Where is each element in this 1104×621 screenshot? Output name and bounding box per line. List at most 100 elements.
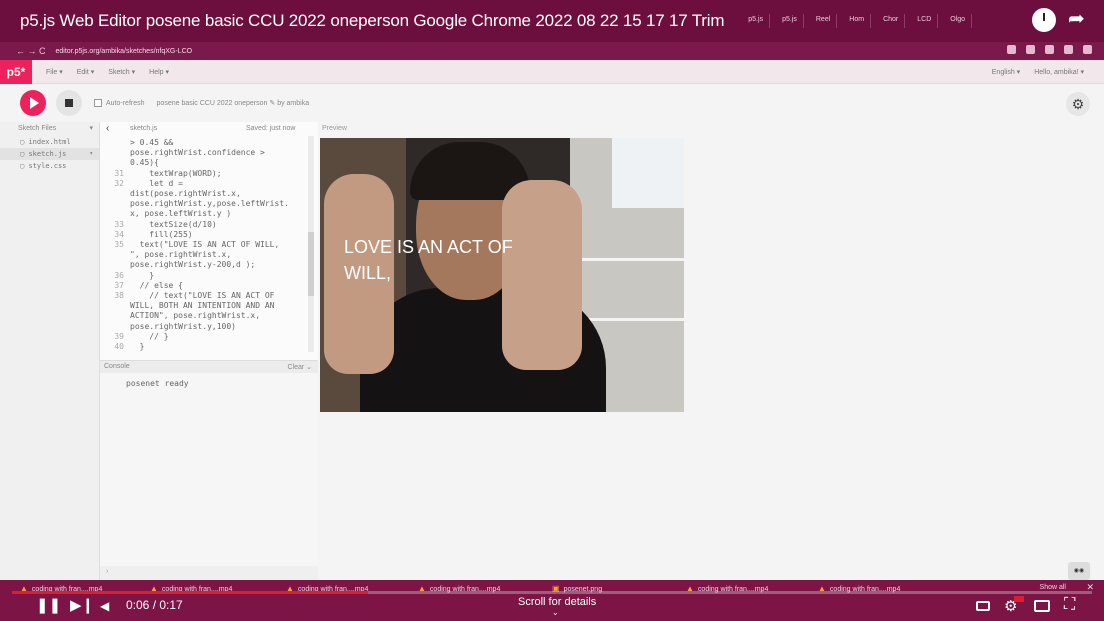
menu-right: English ▾ Hello, ambika! ▾: [992, 68, 1084, 76]
code-line[interactable]: let d =: [130, 179, 183, 189]
code-line[interactable]: dist(pose.rightWrist.x,: [130, 189, 241, 199]
browser-tab[interactable]: Olgo: [944, 14, 973, 28]
chevron-down-icon[interactable]: ⌄: [552, 608, 559, 617]
menu-edit[interactable]: Edit ▾: [77, 68, 95, 76]
p5-logo[interactable]: p5*: [0, 59, 32, 84]
console-input[interactable]: ›: [100, 566, 318, 580]
browser-tab[interactable]: LCD: [911, 14, 939, 28]
browser-tab[interactable]: p5.js: [776, 14, 804, 28]
scrollbar-thumb[interactable]: [308, 232, 314, 296]
menu-file[interactable]: File ▾: [46, 68, 63, 76]
code-line[interactable]: pose.rightWrist.y,100): [130, 322, 236, 332]
code-line[interactable]: textSize(d/10): [130, 220, 216, 230]
code-scrollbar[interactable]: [308, 136, 314, 352]
sketch-preview-canvas[interactable]: LOVE IS AN ACT OF WILL,: [320, 138, 684, 412]
volume-icon[interactable]: ◀: [100, 595, 109, 617]
line-number: 38: [114, 291, 124, 300]
code-line[interactable]: pose.rightWrist.y-200,d );: [130, 260, 255, 270]
scroll-for-details[interactable]: Scroll for details: [518, 596, 596, 608]
back-forward-reload-icons[interactable]: ← → C: [16, 46, 46, 56]
code-line[interactable]: }: [130, 342, 145, 352]
cast-icon[interactable]: [1034, 600, 1050, 612]
line-number: 32: [114, 178, 124, 188]
code-line[interactable]: pose.rightWrist.confidence >: [130, 148, 265, 158]
pause-icon[interactable]: ❚❚: [36, 595, 61, 617]
language-select[interactable]: English ▾: [992, 68, 1020, 76]
menu-help[interactable]: Help ▾: [149, 68, 169, 76]
code-line[interactable]: 0.45){: [130, 158, 159, 168]
watch-later-icon[interactable]: [1032, 8, 1056, 32]
fullscreen-exit-icon[interactable]: ⛶: [1064, 596, 1075, 614]
browser-address-bar: ← → C editor.p5js.org/ambika/sketches/nf…: [0, 42, 1104, 60]
extension-icon[interactable]: [1064, 45, 1073, 54]
stop-button[interactable]: [56, 90, 82, 116]
line-number: 37: [114, 280, 124, 290]
code-editor[interactable]: ‹ sketch.js Saved: just now > 0.45 && pos…: [100, 122, 318, 360]
overlay-line: WILL,: [344, 263, 392, 283]
editor-area: Sketch Files ▾ ▢ index.html ▢ sketch.js ▾…: [0, 122, 1104, 580]
progress-fill: [12, 591, 369, 594]
auto-refresh-checkbox[interactable]: [94, 99, 102, 107]
video-progress-bar[interactable]: [12, 591, 1092, 594]
sketch-title[interactable]: posene basic CCU 2022 oneperson ✎ by amb…: [157, 99, 310, 107]
file-item-sketch[interactable]: ▢ sketch.js ▾: [0, 148, 99, 160]
webcam-avatar: ◉◉: [1068, 562, 1090, 580]
auto-refresh[interactable]: Auto-refresh: [94, 99, 145, 107]
code-line[interactable]: // text("LOVE IS AN ACT OF: [130, 291, 274, 301]
code-line[interactable]: // }: [130, 332, 168, 342]
code-line[interactable]: > 0.45 &&: [130, 138, 173, 148]
browser-tab[interactable]: Reel: [810, 14, 838, 28]
browser-extension-icons: [1007, 45, 1092, 54]
line-number: 40: [114, 342, 124, 351]
code-line[interactable]: }: [130, 271, 154, 281]
save-status: Saved: just now: [246, 125, 296, 132]
settings-gear-icon[interactable]: ⚙: [1066, 92, 1090, 116]
play-button[interactable]: [20, 90, 46, 116]
video-title-bar: p5.js Web Editor posene basic CCU 2022 o…: [0, 0, 1104, 42]
browser-tab[interactable]: p5.js: [742, 14, 771, 28]
preview-label: Preview: [322, 125, 347, 132]
file-item-index[interactable]: ▢ index.html: [0, 136, 99, 148]
bookmark-icon[interactable]: [1045, 45, 1054, 54]
extension-icon[interactable]: [1007, 45, 1016, 54]
code-line[interactable]: ACTION", pose.rightWrist.x,: [130, 311, 260, 321]
console-title: Console: [104, 363, 130, 370]
collapse-sidebar-icon[interactable]: ‹: [106, 123, 109, 134]
file-name: index.html: [28, 138, 71, 146]
chevron-down-icon[interactable]: ▾: [89, 124, 93, 132]
canvas-overlay-text: LOVE IS AN ACT OF WILL,: [344, 234, 513, 286]
user-menu[interactable]: Hello, ambika! ▾: [1034, 68, 1084, 76]
code-line[interactable]: textWrap(WORD);: [130, 169, 221, 179]
url-field[interactable]: editor.p5js.org/ambika/sketches/nfqXG-LC…: [56, 48, 193, 55]
video-top-actions: ➦: [1032, 8, 1090, 32]
code-line[interactable]: x, pose.leftWrist.y ): [130, 209, 231, 219]
file-name: style.css: [28, 162, 67, 170]
code-line[interactable]: fill(255): [130, 230, 192, 240]
code-lines[interactable]: > 0.45 && pose.rightWrist.confidence >0.4…: [100, 136, 318, 358]
subtitles-icon[interactable]: [976, 601, 990, 611]
code-line[interactable]: text("LOVE IS AN ACT OF WILL,: [130, 240, 280, 250]
overlay-line: LOVE IS AN ACT OF: [344, 237, 513, 257]
shelf-plank: [576, 318, 684, 321]
browser-tab[interactable]: Hom: [843, 14, 872, 28]
console-header: Console Clear ⌄: [100, 361, 318, 373]
profile-icon[interactable]: [1083, 45, 1092, 54]
code-line[interactable]: pose.rightWrist.y,pose.leftWrist.: [130, 199, 289, 209]
code-line[interactable]: WILL, BOTH AN INTENTION AND AN: [130, 301, 275, 311]
menu-sketch[interactable]: Sketch ▾: [108, 68, 135, 76]
next-icon[interactable]: ▶❙: [70, 595, 94, 617]
sidebar-header: Sketch Files ▾: [0, 122, 99, 136]
open-file-name: sketch.js: [130, 125, 158, 132]
player-controls: ❚❚ ▶❙ ◀ 0:06 / 0:17 Scroll for details ⌄…: [0, 595, 1104, 621]
line-number: 39: [114, 331, 124, 341]
share-icon[interactable]: ➦: [1068, 8, 1090, 30]
file-options-icon[interactable]: ▾: [89, 150, 93, 157]
browser-tab[interactable]: Chor: [877, 14, 906, 28]
line-number: 33: [114, 219, 124, 229]
file-item-style[interactable]: ▢ style.css: [0, 160, 99, 172]
code-line[interactable]: // else {: [130, 281, 183, 291]
show-all-downloads-button[interactable]: Show all: [1040, 584, 1066, 591]
code-line[interactable]: ", pose.rightWrist.x,: [130, 250, 231, 260]
extension-icon[interactable]: [1026, 45, 1035, 54]
console-clear-button[interactable]: Clear ⌄: [287, 363, 312, 371]
